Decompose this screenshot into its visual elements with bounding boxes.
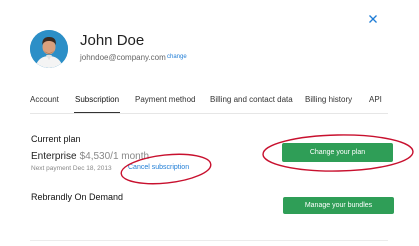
change-plan-button[interactable]: Change your plan	[282, 143, 393, 162]
tab-billing-contact[interactable]: Billing and contact data	[210, 95, 293, 104]
plan-name: Enterprise	[31, 151, 77, 162]
active-tab-indicator	[74, 112, 120, 113]
bottom-divider	[30, 240, 388, 241]
bundles-title: Rebrandly On Demand	[31, 192, 124, 202]
manage-bundles-button[interactable]: Manage your bundles	[283, 197, 394, 214]
close-icon[interactable]	[366, 12, 380, 26]
current-plan-title: Current plan	[31, 134, 81, 144]
next-payment-date: Next payment Dec 18, 2013	[31, 165, 112, 172]
tab-account[interactable]: Account	[30, 95, 59, 104]
plan-price: $4,530/1 month	[79, 151, 150, 162]
tabs-divider	[30, 113, 388, 114]
tab-subscription[interactable]: Subscription	[75, 95, 119, 104]
tab-billing-history[interactable]: Billing history	[305, 95, 352, 104]
change-email-link[interactable]: change	[167, 54, 187, 60]
tab-api[interactable]: API	[369, 95, 382, 104]
cancel-subscription-link[interactable]: Cancel subscription	[128, 164, 189, 171]
user-email: johndoe@company.com	[80, 53, 166, 62]
user-name: John Doe	[80, 32, 145, 49]
plan-summary: Enterprise $4,530/1 month	[31, 151, 149, 162]
avatar	[30, 30, 68, 68]
tab-payment-method[interactable]: Payment method	[135, 95, 195, 104]
